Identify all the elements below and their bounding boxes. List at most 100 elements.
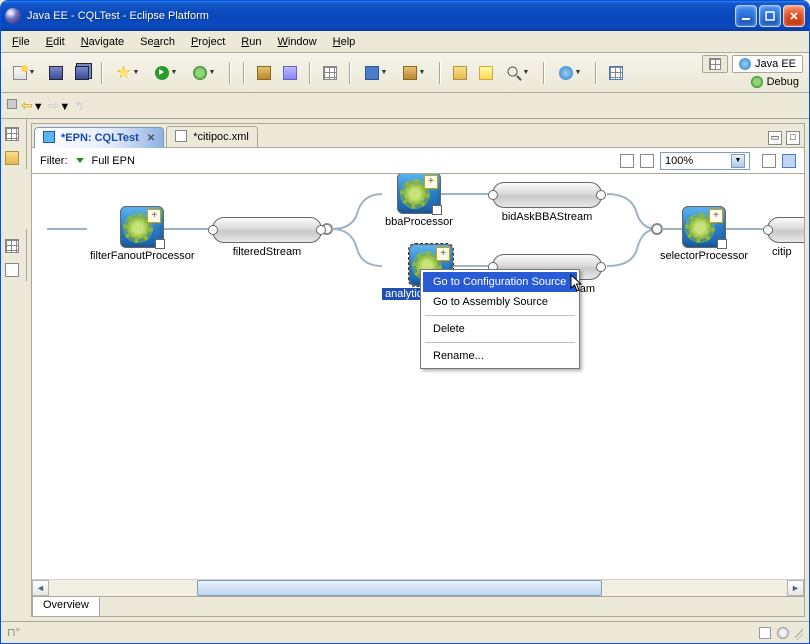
node-label: citip: [768, 246, 804, 258]
menu-edit[interactable]: Edit: [39, 34, 72, 50]
nav-toolbar: ⇦▼ ⇨▼ ↰: [1, 93, 809, 119]
ctx-goto-assembly[interactable]: Go to Assembly Source: [423, 292, 577, 312]
horizontal-scrollbar[interactable]: ◄ ►: [32, 579, 804, 596]
filter-scope[interactable]: Full EPN: [92, 155, 135, 167]
node-bidaskstream[interactable]: bidAskBBAStream: [492, 182, 602, 208]
ctx-delete[interactable]: Delete: [423, 319, 577, 339]
ctx-goto-config[interactable]: Go to Configuration Source: [423, 272, 577, 292]
menu-window[interactable]: Window: [270, 34, 323, 50]
tool-btn-6[interactable]: [449, 62, 471, 84]
processor-icon: +: [120, 206, 164, 248]
scroll-right-button[interactable]: ►: [787, 580, 804, 596]
status-icon-2[interactable]: [759, 627, 771, 639]
tab-citipoc-xml[interactable]: *citipoc.xml: [166, 126, 258, 147]
left-trim-2: [1, 229, 27, 281]
filter-dropdown-icon[interactable]: [76, 158, 84, 163]
menubar: File Edit Navigate Search Project Run Wi…: [1, 31, 809, 53]
xml-icon: [175, 130, 189, 144]
processor-icon: +: [682, 206, 726, 248]
view-btn-4[interactable]: [5, 263, 23, 281]
main-toolbar: ▼ ▼ ▼ ▼ ▼ ▼ ▼ ▼ Java EE Debug: [1, 53, 809, 93]
view-btn-1[interactable]: [5, 127, 23, 145]
scroll-left-button[interactable]: ◄: [32, 580, 49, 596]
filter-label: Filter:: [40, 155, 68, 167]
view-btn-2[interactable]: [5, 151, 23, 169]
maximize-button[interactable]: [759, 5, 781, 27]
status-icon-3[interactable]: [777, 627, 789, 639]
menu-file[interactable]: File: [5, 34, 37, 50]
layout-btn-1[interactable]: [620, 154, 634, 168]
zoom-value: 100%: [665, 155, 693, 167]
tool-btn-1[interactable]: [253, 62, 275, 84]
view-btn-3[interactable]: [5, 239, 23, 257]
new-button[interactable]: ▼: [7, 62, 41, 84]
status-icon-1[interactable]: ⊓°: [7, 626, 20, 639]
editor-area: *EPN: CQLTest ✕ *citipoc.xml ▭ □ Filter:…: [31, 123, 805, 617]
window-title: Java EE - CQLTest - Eclipse Platform: [27, 10, 735, 22]
titlebar: Java EE - CQLTest - Eclipse Platform: [1, 1, 809, 31]
menu-search[interactable]: Search: [133, 34, 182, 50]
nav-back-button[interactable]: ⇦▼: [21, 97, 44, 114]
nav-up-button[interactable]: ↰: [74, 99, 84, 113]
node-label: bidAskBBAStream: [493, 211, 601, 223]
close-button[interactable]: [783, 5, 805, 27]
processor-icon: +: [397, 174, 441, 214]
scroll-thumb[interactable]: [197, 580, 603, 596]
menu-run[interactable]: Run: [234, 34, 268, 50]
tool-btn-4[interactable]: ▼: [359, 62, 393, 84]
editor-tabs: *EPN: CQLTest ✕ *citipoc.xml ▭ □: [32, 124, 804, 148]
tool-btn-5[interactable]: ▼: [397, 62, 431, 84]
debug-button[interactable]: ▼: [187, 62, 221, 84]
perspective-javaee[interactable]: Java EE: [732, 55, 803, 73]
tool-btn-9[interactable]: [605, 62, 627, 84]
node-label: filteredStream: [213, 246, 321, 258]
maximize-editor-icon[interactable]: □: [786, 131, 800, 145]
node-label: bbaProcessor: [382, 216, 456, 228]
save-all-button[interactable]: [71, 62, 93, 84]
run-button[interactable]: ▼: [149, 62, 183, 84]
nav-fwd-button[interactable]: ⇨▼: [48, 97, 71, 114]
search-button[interactable]: ▼: [501, 62, 535, 84]
bottom-tabs: Overview: [32, 596, 804, 616]
epn-icon: [43, 131, 57, 145]
node-selectorprocessor[interactable]: + selectorProcessor: [657, 206, 751, 262]
tool-btn-2[interactable]: [279, 62, 301, 84]
view-btn-a[interactable]: [762, 154, 776, 168]
tab-overview[interactable]: Overview: [32, 597, 100, 616]
perspective-debug[interactable]: Debug: [747, 75, 803, 89]
zoom-dropdown-icon[interactable]: ▼: [731, 154, 745, 168]
tab-epn-cqltest[interactable]: *EPN: CQLTest ✕: [34, 127, 164, 148]
node-citip[interactable]: citip: [767, 217, 804, 243]
tool-btn-8[interactable]: ▼: [553, 62, 587, 84]
open-perspective-button[interactable]: [702, 55, 728, 73]
external-tools-button[interactable]: ▼: [111, 62, 145, 84]
node-filteredstream[interactable]: filteredStream: [212, 217, 322, 243]
pin-button[interactable]: [7, 99, 17, 112]
left-trim-1: [1, 119, 27, 169]
tool-btn-7[interactable]: [475, 62, 497, 84]
close-tab-icon[interactable]: ✕: [147, 133, 155, 144]
status-bar: ⊓°: [1, 621, 809, 643]
tab-label: *EPN: CQLTest: [61, 132, 139, 144]
menu-project[interactable]: Project: [184, 34, 232, 50]
tool-btn-3[interactable]: [319, 62, 341, 84]
context-menu: Go to Configuration Source Go to Assembl…: [420, 269, 580, 369]
node-label: filterFanoutProcessor: [87, 250, 198, 262]
node-bbaprocessor[interactable]: + bbaProcessor: [382, 174, 456, 228]
ctx-rename[interactable]: Rename...: [423, 346, 577, 366]
filter-bar: Filter: Full EPN 100% ▼: [32, 148, 804, 174]
minimize-button[interactable]: [735, 5, 757, 27]
node-filterfanout[interactable]: + filterFanoutProcessor: [87, 206, 198, 262]
eclipse-icon: [5, 8, 21, 24]
resize-grip-icon[interactable]: [795, 626, 803, 640]
zoom-combo[interactable]: 100% ▼: [660, 152, 750, 170]
menu-help[interactable]: Help: [326, 34, 363, 50]
tab-label: *citipoc.xml: [193, 131, 249, 143]
epn-canvas[interactable]: + filterFanoutProcessor filteredStream +…: [32, 174, 804, 578]
save-button[interactable]: [45, 62, 67, 84]
node-label: selectorProcessor: [657, 250, 751, 262]
minimize-editor-icon[interactable]: ▭: [768, 131, 782, 145]
layout-btn-2[interactable]: [640, 154, 654, 168]
view-btn-b[interactable]: [782, 154, 796, 168]
menu-navigate[interactable]: Navigate: [74, 34, 131, 50]
